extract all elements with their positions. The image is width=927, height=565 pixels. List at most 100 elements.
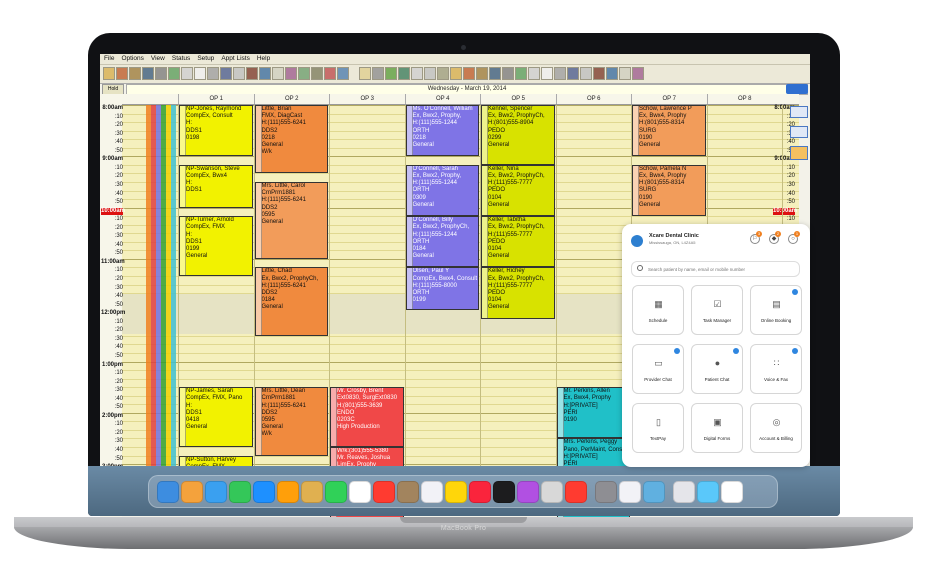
textpay-icon: ▯ xyxy=(656,417,661,427)
appointment-line: H:(111)555-7777 xyxy=(488,180,533,187)
calendar-icon[interactable] xyxy=(349,481,371,503)
textedit-icon[interactable] xyxy=(595,481,617,503)
appointment-line: Schow, Lawrence P xyxy=(639,106,692,112)
safari-icon[interactable] xyxy=(205,481,227,503)
appointment-line: Schow, Pamela N xyxy=(639,165,687,172)
appointment-block[interactable]: Kennel, Spencer Ex, Bwx2, ProphyCh, H:(801… xyxy=(481,105,555,165)
tile-account-billing[interactable]: ◎ Account & Billing xyxy=(750,403,802,453)
appointment-block[interactable]: NP-Swanson, Steve CompEx, Bwx4 H: DDS1 xyxy=(179,164,253,208)
appstore-icon[interactable] xyxy=(541,481,563,503)
tile-online-booking[interactable]: ▤ Online Booking xyxy=(750,285,802,335)
appointment-line: General xyxy=(186,424,208,431)
appointment-line: NP-Sutton, Harvey xyxy=(186,456,237,463)
tiles-grid: ▦ Schedule ☑ Task Manager ▤ Online Booking ▭ Pr… xyxy=(622,224,810,467)
music-icon[interactable] xyxy=(445,481,467,503)
tile-provider-chat[interactable]: ▭ Provider Chat xyxy=(632,344,684,394)
tile-schedule[interactable]: ▦ Schedule xyxy=(632,285,684,335)
appointment-block[interactable]: O'Connell, Billy Ex, Bwx2, ProphyCh, H:(11… xyxy=(405,216,479,268)
appointment-line: DDS1 xyxy=(186,187,203,194)
appointment-block[interactable]: NP-Jones, Raymond CompEx, Consult H: DDS1 01… xyxy=(179,105,253,157)
appointment-line: General xyxy=(488,253,510,260)
appointment-line: W/k:(301)555-5380 xyxy=(337,448,389,454)
notification-badge xyxy=(674,348,680,354)
appointment-block[interactable]: Schow, Lawrence P Ex, Bwx4, Prophy H:(801)… xyxy=(632,105,706,157)
appointment-line: General xyxy=(261,218,283,225)
appointment-block[interactable]: Keller, Nina Ex, Bwx2, ProphyCh, H:(111)55… xyxy=(481,164,555,217)
photos-icon[interactable] xyxy=(301,481,323,503)
xcare-widget: Xcare Dental Clinic Mississauga, ON, L4Z… xyxy=(622,224,810,467)
tile-task-manager[interactable]: ☑ Task Manager xyxy=(691,285,743,335)
finder-icon[interactable] xyxy=(157,481,179,503)
document-icon[interactable] xyxy=(697,481,719,503)
appointment-line: 0190 xyxy=(639,194,653,201)
appointment-line: H:(111)555-8000 xyxy=(412,282,457,289)
appointment-block[interactable]: Keller, Richey Ex, Bwx2, ProphyCh, H:(111)… xyxy=(481,267,555,319)
tile-patient-chat[interactable]: ● Patient Chat xyxy=(691,344,743,394)
tile-voice-fax[interactable]: ∷ Voice & Fax xyxy=(750,344,802,394)
news-icon[interactable] xyxy=(517,481,539,503)
tile-textpay[interactable]: ▯ TextPay xyxy=(632,403,684,453)
podcasts-icon[interactable] xyxy=(493,481,515,503)
appointment-line: H:(111)555-6241 xyxy=(261,282,306,289)
preview-icon[interactable] xyxy=(619,481,641,503)
appointment-line: ENDO xyxy=(337,409,355,416)
appointment-line: Ms. O'Connell, William xyxy=(412,106,473,112)
window-icon[interactable] xyxy=(643,481,665,503)
appointment-line: NP-Turner, Arnold xyxy=(186,217,234,224)
notes-icon[interactable] xyxy=(397,481,419,503)
booking-icon: ▤ xyxy=(772,299,781,309)
messages-icon[interactable] xyxy=(229,481,251,503)
appointment-line: PEDO xyxy=(488,127,506,134)
column-divider xyxy=(329,105,330,515)
reminders-icon[interactable] xyxy=(421,481,443,503)
appointment-line: H: xyxy=(186,120,192,127)
appointment-line: Ex, Bwx2, ProphyCh, xyxy=(488,173,545,180)
appointment-line: DDS1 xyxy=(186,238,203,245)
launchpad-icon[interactable] xyxy=(181,481,203,503)
mail-icon[interactable] xyxy=(253,481,275,503)
settings-icon[interactable] xyxy=(565,481,587,503)
appointment-block[interactable]: O'Connell, Sarah Ex, Bwx2, Prophy, H:(111)… xyxy=(405,164,479,217)
contacts-icon[interactable] xyxy=(373,481,395,503)
appointment-block[interactable]: Ms. O'Connell, William Ex, Bwx2, Prophy, H… xyxy=(405,105,479,157)
appointment-line: NP-Jones, Raymond xyxy=(186,106,242,112)
chat-icon: ▭ xyxy=(654,358,663,368)
appointment-block[interactable]: NP-James, Sarah CompEx, FMX, Pano H: DDS1 04… xyxy=(179,387,253,447)
trash-icon[interactable] xyxy=(721,481,743,503)
notification-badge xyxy=(792,289,798,295)
appointment-line: 0218 xyxy=(412,134,426,141)
nav-arrows[interactable] xyxy=(786,84,808,94)
side-month-button[interactable] xyxy=(790,126,808,138)
appointment-block[interactable]: Mr. Perkins, Allen Ex, Bwx4, Prophy H:[PRI… xyxy=(556,387,630,439)
appointment-block[interactable]: Keller, Tabitha Ex, Bwx2, ProphyCh, H:(111… xyxy=(481,216,555,268)
appointment-block[interactable]: Schow, Pamela N Ex, Bwx4, Prophy H:(801)55… xyxy=(632,164,706,217)
appointment-line: DDS2 xyxy=(261,127,278,134)
appointment-block[interactable]: NP-Turner, Arnold CompEx, FMX H: DDS1 0199 Ge… xyxy=(179,216,253,276)
appointment-block[interactable]: Mrs. Little, Carol CrnPrm1881 H:(111)555-6… xyxy=(254,181,328,259)
appointment-block[interactable]: Olsen, Paul Y CompEx, Bwx4, Consult H:(111… xyxy=(405,267,479,311)
appointment-line: Ex, Bwx4, Prophy xyxy=(639,113,687,120)
side-view-button[interactable] xyxy=(790,106,808,118)
side-week-button[interactable] xyxy=(790,146,808,160)
appointment-line: Keller, Tabitha xyxy=(488,217,526,224)
tile-digital-forms[interactable]: ▣ Digital Forms xyxy=(691,403,743,453)
appointment-block[interactable]: Little, Brian FMX, DiagCast H:(111)555-624… xyxy=(254,105,328,174)
appointment-line: General xyxy=(412,201,434,208)
appointment-block[interactable]: Mr. Crosby, Brent Ext0830, SurgExt0830 H:(… xyxy=(330,387,404,447)
appointment-line: ORTH xyxy=(412,127,430,134)
appointment-block[interactable]: Mrs. Little, Dean CrnPrm1881 H:(111)555-62… xyxy=(254,387,328,456)
appointment-line: 0104 xyxy=(488,194,502,201)
appointment-line: H:[PRIVATE] xyxy=(563,453,598,460)
appletv-icon[interactable] xyxy=(469,481,491,503)
appointment-line: General xyxy=(639,142,661,149)
appointment-line: H:(801)555-8314 xyxy=(639,120,685,127)
maps-icon[interactable] xyxy=(277,481,299,503)
folder-icon[interactable] xyxy=(673,481,695,503)
appointment-line: Mr. Crosby, Brent xyxy=(337,388,384,395)
appointment-line: Ex, Bwx4, Prophy xyxy=(563,395,611,402)
appointment-block[interactable]: Little, Chad Ex, Bwx2, ProphyCh, H:(111)55… xyxy=(254,267,328,336)
facetime-icon[interactable] xyxy=(325,481,347,503)
appointment-line: Little, Chad xyxy=(261,268,292,275)
patient-chat-icon: ● xyxy=(714,358,721,368)
tile-label: Voice & Fax xyxy=(763,377,788,382)
